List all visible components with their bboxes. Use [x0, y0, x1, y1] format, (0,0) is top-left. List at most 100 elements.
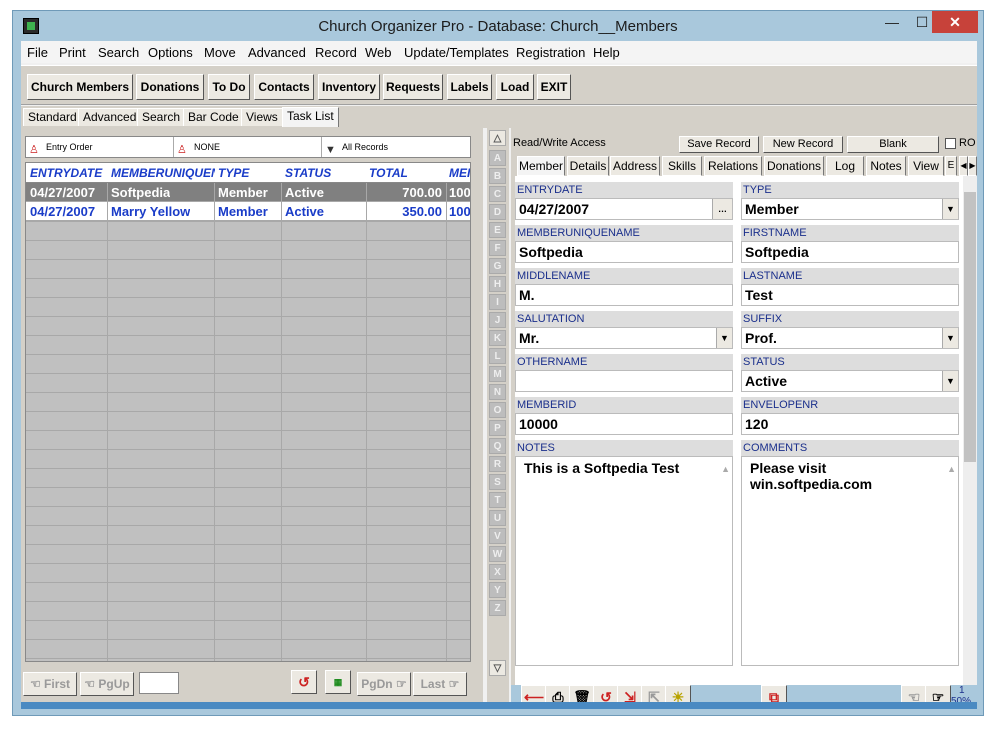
scroll-thumb[interactable]: [964, 192, 976, 462]
menu-record[interactable]: Record: [315, 45, 357, 60]
alpha-letter[interactable]: Y: [489, 582, 506, 598]
entrydate-field[interactable]: 04/27/2007…: [515, 198, 733, 220]
contacts-button[interactable]: Contacts: [254, 74, 314, 100]
exit-button[interactable]: EXIT: [537, 74, 571, 100]
alpha-letter[interactable]: Z: [489, 600, 506, 616]
alpha-letter[interactable]: H: [489, 276, 506, 292]
menu-update-templates[interactable]: Update/Templates: [404, 45, 509, 60]
alpha-letter[interactable]: B: [489, 168, 506, 184]
column-memberid[interactable]: MEI: [449, 166, 470, 180]
alpha-letter[interactable]: R: [489, 456, 506, 472]
new-record-button[interactable]: New Record: [763, 136, 843, 153]
chevron-down-icon[interactable]: ▼: [716, 328, 732, 348]
envelopenr-field[interactable]: 120: [741, 413, 959, 435]
menu-options[interactable]: Options: [148, 45, 193, 60]
alpha-letter[interactable]: E: [489, 222, 506, 238]
donations-button[interactable]: Donations: [136, 74, 204, 100]
date-picker-button[interactable]: …: [712, 199, 732, 219]
menu-move[interactable]: Move: [204, 45, 236, 60]
tab-member[interactable]: Member: [517, 156, 565, 176]
chevron-down-icon[interactable]: ▼: [942, 371, 958, 391]
church-members-button[interactable]: Church Members: [27, 74, 133, 100]
column-status[interactable]: STATUS: [285, 166, 365, 180]
comments-textarea[interactable]: Please visit win.softpedia.com ▲: [741, 456, 959, 666]
alpha-letter[interactable]: N: [489, 384, 506, 400]
column-memberuniquename[interactable]: MEMBERUNIQUEN: [111, 166, 215, 180]
status-select[interactable]: Active ▼: [741, 370, 959, 392]
menu-registration[interactable]: Registration: [516, 45, 585, 60]
tab-donations[interactable]: Donations: [764, 156, 824, 176]
pgdn-button[interactable]: PgDn ☞: [357, 672, 411, 696]
menu-web[interactable]: Web: [365, 45, 392, 60]
column-total[interactable]: TOTAL: [369, 166, 445, 180]
labels-button[interactable]: Labels: [447, 74, 492, 100]
memberid-field[interactable]: 10000: [515, 413, 733, 435]
alpha-letter[interactable]: L: [489, 348, 506, 364]
chevron-down-icon[interactable]: ▼: [942, 199, 958, 219]
tab-notes[interactable]: Notes: [866, 156, 906, 176]
ro-checkbox[interactable]: [945, 138, 956, 149]
alpha-letter[interactable]: M: [489, 366, 506, 382]
alpha-letter[interactable]: P: [489, 420, 506, 436]
refresh-icon[interactable]: ↺: [291, 670, 317, 694]
notes-textarea[interactable]: This is a Softpedia Test ▲: [515, 456, 733, 666]
lastname-field[interactable]: Test: [741, 284, 959, 306]
tab-overflow[interactable]: E: [945, 156, 957, 176]
record-jump-input[interactable]: [139, 672, 179, 694]
column-type[interactable]: TYPE: [218, 166, 280, 180]
tab-details[interactable]: Details: [567, 156, 609, 176]
close-button[interactable]: ✕: [932, 11, 978, 33]
scroll-up-icon[interactable]: ▲: [721, 461, 730, 477]
alpha-letter[interactable]: C: [489, 186, 506, 202]
alpha-letter[interactable]: S: [489, 474, 506, 490]
save-record-button[interactable]: Save Record: [679, 136, 759, 153]
alpha-letter[interactable]: U: [489, 510, 506, 526]
records-filter[interactable]: ▼ All Records: [322, 137, 470, 157]
middlename-field[interactable]: M.: [515, 284, 733, 306]
table-row[interactable]: 04/27/2007 Softpedia Member Active 700.0…: [26, 183, 470, 202]
alpha-letter[interactable]: T: [489, 492, 506, 508]
menu-search[interactable]: Search: [98, 45, 139, 60]
menu-file[interactable]: File: [27, 45, 48, 60]
pgup-button[interactable]: ☜ PgUp: [80, 672, 134, 696]
alpha-letter[interactable]: A: [489, 150, 506, 166]
column-entrydate[interactable]: ENTRYDATE: [30, 166, 106, 180]
scroll-up-icon[interactable]: △: [489, 130, 506, 146]
scroll-up-icon[interactable]: ▲: [947, 461, 956, 477]
menu-print[interactable]: Print: [59, 45, 86, 60]
alpha-letter[interactable]: O: [489, 402, 506, 418]
othername-field[interactable]: [515, 370, 733, 392]
tab-search[interactable]: Search: [137, 108, 186, 126]
alpha-letter[interactable]: X: [489, 564, 506, 580]
alpha-letter[interactable]: W: [489, 546, 506, 562]
last-button[interactable]: Last ☞: [413, 672, 467, 696]
form-scrollbar[interactable]: [963, 176, 977, 700]
menu-help[interactable]: Help: [593, 45, 620, 60]
order-filter[interactable]: ♙ Entry Order: [26, 137, 174, 157]
alpha-letter[interactable]: G: [489, 258, 506, 274]
alpha-letter[interactable]: D: [489, 204, 506, 220]
tab-advanced[interactable]: Advanced: [78, 108, 142, 126]
salutation-select[interactable]: Mr. ▼: [515, 327, 733, 349]
tab-skills[interactable]: Skills: [662, 156, 702, 176]
first-button[interactable]: ☜ First: [23, 672, 77, 696]
tab-standard[interactable]: Standard: [23, 108, 82, 126]
tab-views[interactable]: Views: [241, 108, 283, 126]
chevron-down-icon[interactable]: ▼: [942, 328, 958, 348]
firstname-field[interactable]: Softpedia: [741, 241, 959, 263]
suffix-select[interactable]: Prof. ▼: [741, 327, 959, 349]
alpha-letter[interactable]: Q: [489, 438, 506, 454]
tab-scroll-left-icon[interactable]: ◀: [959, 156, 968, 176]
tab-relations[interactable]: Relations: [704, 156, 762, 176]
todo-button[interactable]: To Do: [208, 74, 250, 100]
load-button[interactable]: Load: [496, 74, 534, 100]
alpha-letter[interactable]: J: [489, 312, 506, 328]
grid-view-icon[interactable]: ▦: [325, 670, 351, 694]
tab-address[interactable]: Address: [610, 156, 660, 176]
tab-view[interactable]: View: [908, 156, 944, 176]
tab-bar-code[interactable]: Bar Code: [183, 108, 244, 126]
blank-button[interactable]: Blank: [847, 136, 939, 153]
menu-advanced[interactable]: Advanced: [248, 45, 306, 60]
tab-scroll-right-icon[interactable]: ▶: [968, 156, 977, 176]
type-select[interactable]: Member ▼: [741, 198, 959, 220]
